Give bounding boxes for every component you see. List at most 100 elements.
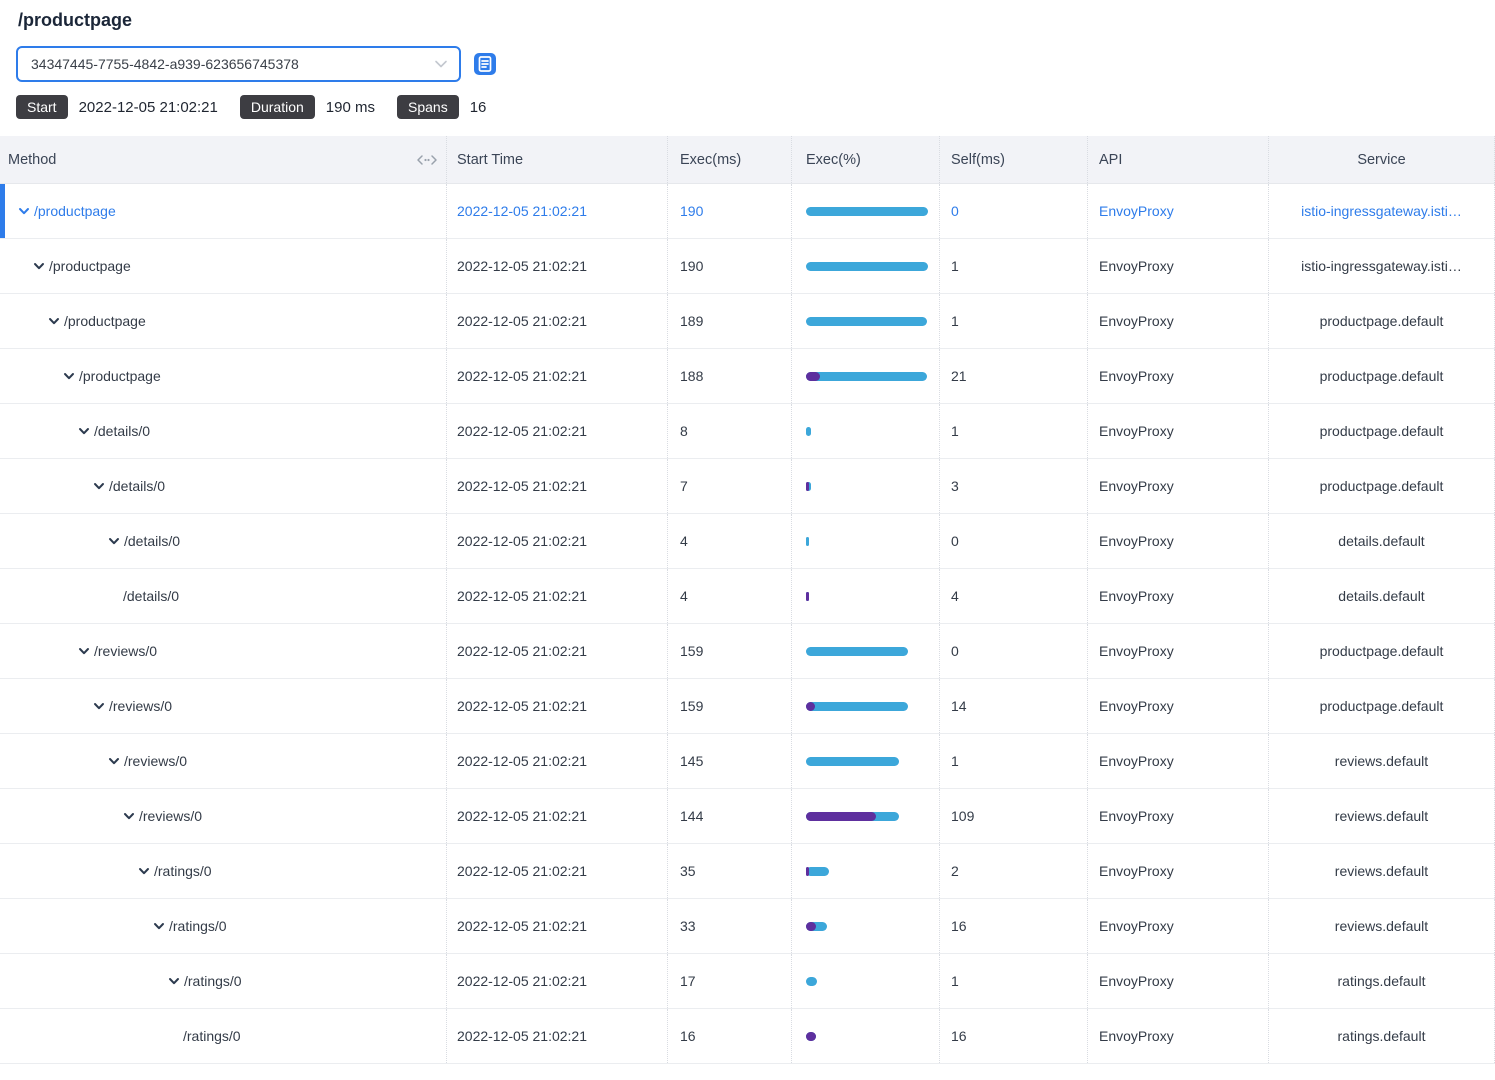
spans-table: Method Start Time Exec(ms) Exec(%) Self(… xyxy=(0,136,1495,1064)
method-cell: /productpage xyxy=(0,294,446,348)
chevron-down-icon[interactable] xyxy=(48,315,60,327)
chevron-down-icon[interactable] xyxy=(123,810,135,822)
api-cell: EnvoyProxy xyxy=(1087,1009,1268,1063)
table-row[interactable]: /reviews/0 2022-12-05 21:02:21 145 1 Env… xyxy=(0,734,1495,789)
service-cell: ratings.default xyxy=(1268,1009,1495,1063)
start-time-cell: 2022-12-05 21:02:21 xyxy=(446,349,667,403)
method-label: /reviews/0 xyxy=(124,753,187,769)
service-cell: reviews.default xyxy=(1268,734,1495,788)
exec-percent-bar xyxy=(806,372,928,381)
exec-percent-cell xyxy=(791,514,939,568)
service-cell: productpage.default xyxy=(1268,679,1495,733)
api-cell: EnvoyProxy xyxy=(1087,514,1268,568)
api-cell: EnvoyProxy xyxy=(1087,294,1268,348)
start-time-cell: 2022-12-05 21:02:21 xyxy=(446,954,667,1008)
method-cell: /reviews/0 xyxy=(0,679,446,733)
exec-percent-bar xyxy=(806,262,928,271)
table-row[interactable]: /reviews/0 2022-12-05 21:02:21 144 109 E… xyxy=(0,789,1495,844)
chevron-down-icon[interactable] xyxy=(33,260,45,272)
start-time-cell: 2022-12-05 21:02:21 xyxy=(446,514,667,568)
chevron-down-icon[interactable] xyxy=(93,700,105,712)
service-cell: productpage.default xyxy=(1268,459,1495,513)
service-cell: productpage.default xyxy=(1268,404,1495,458)
exec-ms-cell: 189 xyxy=(667,294,791,348)
method-label: /productpage xyxy=(64,313,146,329)
chevron-down-icon[interactable] xyxy=(93,480,105,492)
self-bar-segment xyxy=(806,372,820,381)
chevron-down-icon[interactable] xyxy=(108,535,120,547)
self-ms-cell: 1 xyxy=(939,294,1087,348)
table-row[interactable]: /productpage 2022-12-05 21:02:21 190 1 E… xyxy=(0,239,1495,294)
table-row[interactable]: /details/0 2022-12-05 21:02:21 4 4 Envoy… xyxy=(0,569,1495,624)
exec-bar-segment xyxy=(806,647,908,656)
spans-badge: Spans xyxy=(397,95,459,119)
exec-percent-cell xyxy=(791,954,939,1008)
table-row[interactable]: /details/0 2022-12-05 21:02:21 7 3 Envoy… xyxy=(0,459,1495,514)
column-header-method: Method xyxy=(0,136,446,183)
method-label: /ratings/0 xyxy=(183,1028,241,1044)
exec-percent-cell xyxy=(791,734,939,788)
start-time-cell: 2022-12-05 21:02:21 xyxy=(446,459,667,513)
chevron-down-icon[interactable] xyxy=(63,370,75,382)
chevron-down-icon[interactable] xyxy=(108,755,120,767)
exec-percent-cell xyxy=(791,569,939,623)
exec-percent-bar xyxy=(806,482,928,491)
copy-document-icon[interactable] xyxy=(473,52,497,76)
exec-ms-cell: 4 xyxy=(667,514,791,568)
method-label: /details/0 xyxy=(109,478,165,494)
table-row[interactable]: /ratings/0 2022-12-05 21:02:21 35 2 Envo… xyxy=(0,844,1495,899)
api-cell: EnvoyProxy xyxy=(1087,624,1268,678)
table-row[interactable]: /ratings/0 2022-12-05 21:02:21 33 16 Env… xyxy=(0,899,1495,954)
page-title: /productpage xyxy=(18,10,1479,31)
exec-percent-cell xyxy=(791,679,939,733)
table-row[interactable]: /productpage 2022-12-05 21:02:21 190 0 E… xyxy=(0,184,1495,239)
self-ms-cell: 1 xyxy=(939,239,1087,293)
chevron-down-icon[interactable] xyxy=(153,920,165,932)
method-cell: /ratings/0 xyxy=(0,899,446,953)
self-ms-cell: 0 xyxy=(939,514,1087,568)
chevron-down-icon[interactable] xyxy=(168,975,180,987)
self-ms-cell: 0 xyxy=(939,184,1087,238)
table-body: /productpage 2022-12-05 21:02:21 190 0 E… xyxy=(0,184,1495,1064)
horizontal-resize-icon[interactable] xyxy=(416,154,438,166)
table-row[interactable]: /productpage 2022-12-05 21:02:21 189 1 E… xyxy=(0,294,1495,349)
duration-badge: Duration xyxy=(240,95,315,119)
spans-value: 16 xyxy=(470,99,487,116)
exec-bar-segment xyxy=(806,977,817,986)
method-cell: /details/0 xyxy=(0,569,446,623)
trace-id-select[interactable]: 34347445-7755-4842-a939-623656745378 xyxy=(16,46,461,82)
start-time-cell: 2022-12-05 21:02:21 xyxy=(446,624,667,678)
api-cell: EnvoyProxy xyxy=(1087,239,1268,293)
method-cell: /reviews/0 xyxy=(0,734,446,788)
exec-bar-segment xyxy=(806,317,927,326)
exec-ms-cell: 188 xyxy=(667,349,791,403)
exec-ms-cell: 4 xyxy=(667,569,791,623)
exec-percent-cell xyxy=(791,624,939,678)
method-cell: /ratings/0 xyxy=(0,954,446,1008)
exec-bar-segment xyxy=(806,427,811,436)
table-row[interactable]: /reviews/0 2022-12-05 21:02:21 159 14 En… xyxy=(0,679,1495,734)
table-row[interactable]: /ratings/0 2022-12-05 21:02:21 17 1 Envo… xyxy=(0,954,1495,1009)
column-header-self-ms: Self(ms) xyxy=(939,136,1087,183)
chevron-down-icon[interactable] xyxy=(78,645,90,657)
exec-bar-segment xyxy=(806,207,928,216)
start-time-cell: 2022-12-05 21:02:21 xyxy=(446,184,667,238)
exec-percent-cell xyxy=(791,349,939,403)
table-row[interactable]: /ratings/0 2022-12-05 21:02:21 16 16 Env… xyxy=(0,1009,1495,1064)
table-row[interactable]: /productpage 2022-12-05 21:02:21 188 21 … xyxy=(0,349,1495,404)
table-row[interactable]: /details/0 2022-12-05 21:02:21 8 1 Envoy… xyxy=(0,404,1495,459)
exec-percent-cell xyxy=(791,459,939,513)
method-cell: /productpage xyxy=(0,184,446,238)
column-header-exec-ms: Exec(ms) xyxy=(667,136,791,183)
method-label: /productpage xyxy=(79,368,161,384)
exec-percent-bar xyxy=(806,647,928,656)
chevron-down-icon[interactable] xyxy=(18,205,30,217)
chevron-down-icon[interactable] xyxy=(78,425,90,437)
api-cell: EnvoyProxy xyxy=(1087,349,1268,403)
method-label: /reviews/0 xyxy=(139,808,202,824)
chevron-down-icon[interactable] xyxy=(138,865,150,877)
self-bar-segment xyxy=(806,482,809,491)
exec-ms-cell: 35 xyxy=(667,844,791,898)
table-row[interactable]: /details/0 2022-12-05 21:02:21 4 0 Envoy… xyxy=(0,514,1495,569)
table-row[interactable]: /reviews/0 2022-12-05 21:02:21 159 0 Env… xyxy=(0,624,1495,679)
